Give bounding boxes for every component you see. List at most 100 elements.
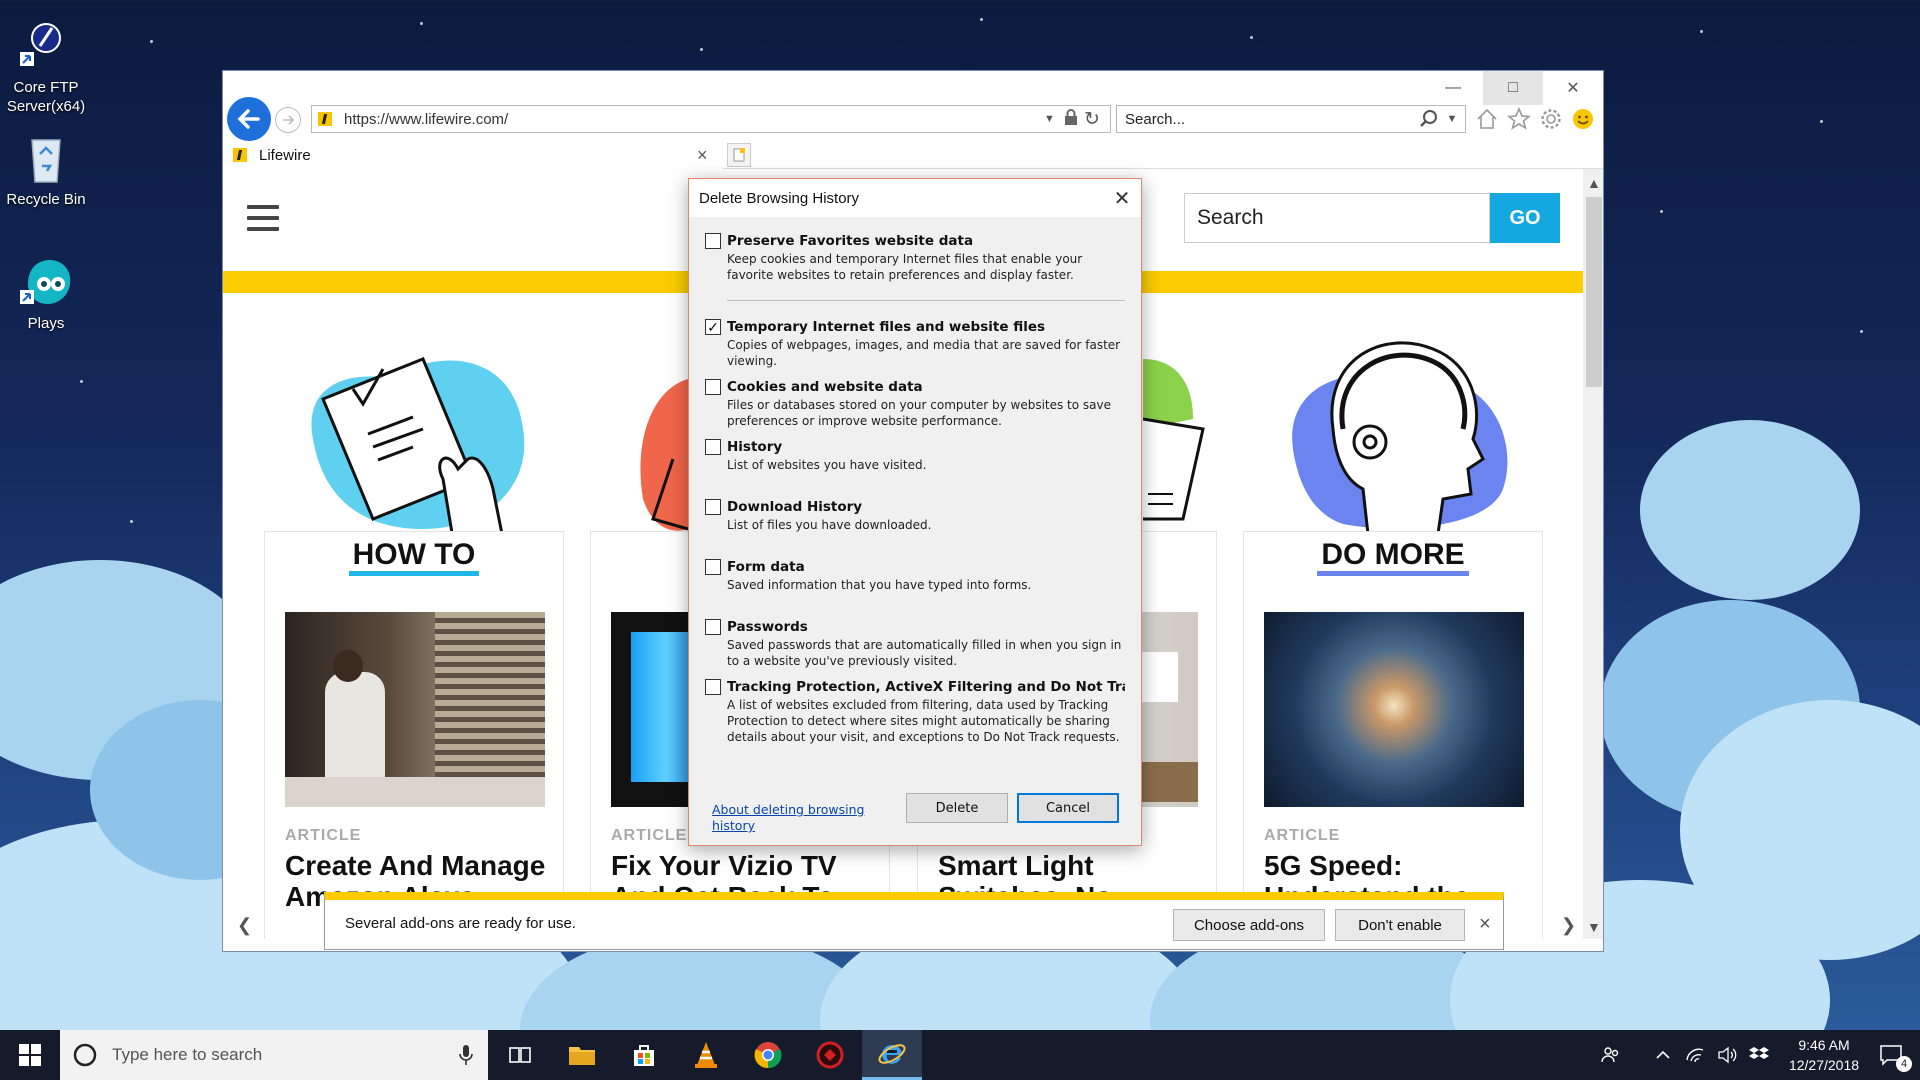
lifewire-favicon: [233, 148, 247, 162]
search-dropdown-icon[interactable]: ▼: [1439, 113, 1465, 125]
taskbar-search-placeholder: Type here to search: [112, 1045, 263, 1064]
delete-browsing-history-dialog: Delete Browsing History ✕ Preserve Favor…: [688, 178, 1142, 846]
vertical-scrollbar[interactable]: ▲ ▼: [1583, 169, 1603, 939]
taskbar-file-explorer[interactable]: [552, 1030, 612, 1080]
action-center-button[interactable]: 4: [1866, 1030, 1916, 1080]
checkbox-tracking-protection[interactable]: [705, 679, 721, 695]
article-kicker: ARTICLE: [285, 827, 362, 844]
taskbar-vlc[interactable]: [676, 1030, 736, 1080]
choose-addons-button[interactable]: Choose add-ons: [1173, 909, 1325, 941]
addons-notification-bar: Several add-ons are ready for use. Choos…: [324, 892, 1504, 950]
option-cookies[interactable]: Cookies and website data Files or databa…: [705, 379, 1125, 429]
desktop-icon-recycle-bin[interactable]: Recycle Bin: [0, 130, 92, 209]
dialog-close-icon[interactable]: ✕: [1109, 185, 1135, 211]
option-tracking-protection[interactable]: Tracking Protection, ActiveX Filtering a…: [705, 679, 1125, 745]
cancel-button[interactable]: Cancel: [1017, 793, 1119, 823]
dont-enable-button[interactable]: Don't enable: [1335, 909, 1465, 941]
checkbox-temporary-files[interactable]: ✓: [705, 319, 721, 335]
option-label: History: [727, 439, 783, 455]
option-temporary-files[interactable]: ✓ Temporary Internet files and website f…: [705, 319, 1125, 369]
internet-explorer-icon: [878, 1043, 906, 1064]
taskbar-internet-explorer[interactable]: [862, 1030, 922, 1080]
desktop-icon-plays[interactable]: Plays: [0, 254, 92, 333]
task-view-icon: [509, 1047, 531, 1063]
option-form-data[interactable]: Form data Saved information that you hav…: [705, 559, 1125, 593]
people-icon[interactable]: [1594, 1030, 1628, 1080]
option-passwords[interactable]: Passwords Saved passwords that are autom…: [705, 619, 1125, 669]
taskbar-search-box[interactable]: Type here to search: [60, 1030, 488, 1080]
delete-button[interactable]: Delete: [906, 793, 1008, 823]
dialog-title: Delete Browsing History: [699, 189, 860, 207]
checkbox-cookies[interactable]: [705, 379, 721, 395]
tab-lifewire[interactable]: Lifewire ×: [223, 141, 723, 169]
checkbox-passwords[interactable]: [705, 619, 721, 635]
option-description: Files or databases stored on your comput…: [727, 398, 1112, 428]
checkbox-history[interactable]: [705, 439, 721, 455]
desktop-icon-label: Plays: [27, 315, 65, 332]
taskbar-recorder-app[interactable]: [800, 1030, 860, 1080]
clock[interactable]: 9:46 AM 12/27/2018: [1776, 1030, 1872, 1080]
scroll-up-arrow-icon[interactable]: ▲: [1587, 175, 1601, 191]
search-icon[interactable]: [1419, 109, 1439, 129]
back-arrow-icon: [237, 109, 260, 129]
wifi-icon[interactable]: [1680, 1030, 1710, 1080]
tab-row: Lifewire ×: [223, 141, 1603, 169]
tab-close-icon[interactable]: ×: [697, 145, 723, 166]
vlc-cone-icon: [695, 1042, 717, 1068]
scroll-left-arrow-icon[interactable]: ❮: [237, 915, 252, 936]
folder-icon: [569, 1047, 595, 1065]
feedback-smiley-icon[interactable]: [1569, 105, 1597, 133]
start-button[interactable]: [0, 1030, 60, 1080]
refresh-icon[interactable]: ↻: [1084, 108, 1110, 131]
show-hidden-icons-chevron-icon[interactable]: [1648, 1030, 1678, 1080]
recycle-bin-icon: [18, 130, 74, 186]
option-preserve-favorites[interactable]: Preserve Favorites website data Keep coo…: [705, 233, 1125, 283]
about-deleting-link[interactable]: About deleting browsing history: [712, 802, 872, 834]
option-label: Tracking Protection, ActiveX Filtering a…: [727, 679, 1125, 695]
option-description: Saved information that you have typed in…: [727, 578, 1032, 592]
red-app-icon: [816, 1041, 844, 1069]
checkbox-form-data[interactable]: [705, 559, 721, 575]
new-tab-button[interactable]: [727, 143, 751, 167]
microphone-icon[interactable]: [458, 1044, 474, 1066]
dialog-divider: [727, 300, 1125, 301]
scroll-right-arrow-icon[interactable]: ❯: [1561, 915, 1576, 936]
lifewire-favicon: [318, 112, 332, 126]
desktop-icon-coreftp[interactable]: Core FTP Server(x64): [0, 18, 92, 116]
checkbox-preserve-favorites[interactable]: [705, 233, 721, 249]
option-download-history[interactable]: Download History List of files you have …: [705, 499, 1125, 533]
address-bar[interactable]: https://www.lifewire.com/ ▼ ↻: [311, 105, 1111, 133]
dialog-title-bar: Delete Browsing History ✕: [689, 179, 1141, 217]
settings-gear-icon[interactable]: [1537, 105, 1565, 133]
chrome-icon: [754, 1042, 782, 1069]
site-search-input[interactable]: Search: [1184, 193, 1490, 243]
dropdown-arrow-icon[interactable]: ▼: [1044, 113, 1064, 125]
search-box[interactable]: Search... ▼: [1116, 105, 1466, 133]
taskbar-chrome[interactable]: [738, 1030, 798, 1080]
how-to-illustration: [311, 357, 525, 539]
store-bag-icon: [634, 1045, 654, 1066]
scroll-down-arrow-icon[interactable]: ▼: [1587, 919, 1601, 935]
task-view-button[interactable]: [490, 1030, 550, 1080]
article-card-do-more[interactable]: DO MORE ARTICLE 5G Speed: Understand the: [1243, 531, 1543, 939]
volume-icon[interactable]: [1712, 1030, 1742, 1080]
option-history[interactable]: History List of websites you have visite…: [705, 439, 1125, 473]
taskbar-store[interactable]: [614, 1030, 674, 1080]
option-label: Passwords: [727, 619, 808, 635]
favorites-star-icon[interactable]: [1505, 105, 1533, 133]
checkbox-download-history[interactable]: [705, 499, 721, 515]
option-description: List of websites you have visited.: [727, 458, 927, 472]
notification-close-icon[interactable]: ×: [1479, 913, 1491, 936]
forward-button[interactable]: [275, 107, 301, 133]
home-icon[interactable]: [1473, 105, 1501, 133]
back-button[interactable]: [227, 97, 271, 141]
forward-arrow-icon: [283, 115, 295, 125]
lock-icon[interactable]: [1064, 109, 1084, 129]
article-card-how-to[interactable]: HOW TO ARTICLE Create And Manage Amazon …: [264, 531, 564, 939]
scrollbar-thumb[interactable]: [1586, 197, 1602, 387]
address-row: https://www.lifewire.com/ ▼ ↻ Search... …: [223, 95, 1603, 141]
hamburger-menu-icon[interactable]: [247, 205, 279, 238]
go-button[interactable]: GO: [1490, 193, 1560, 243]
dropbox-icon[interactable]: [1744, 1030, 1774, 1080]
option-description: Copies of webpages, images, and media th…: [727, 338, 1121, 368]
